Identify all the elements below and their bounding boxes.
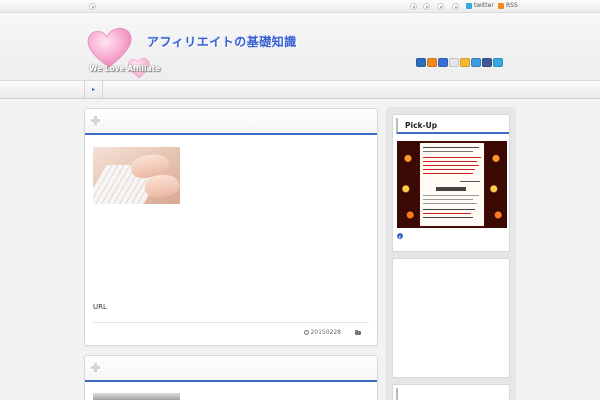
post-meta: 20150228 bbox=[304, 329, 361, 336]
pickup-title: Pick-Up bbox=[396, 118, 509, 134]
post-header bbox=[85, 109, 377, 135]
delicious-icon[interactable] bbox=[438, 58, 448, 67]
post-header bbox=[85, 356, 377, 382]
post-excerpt[interactable]: URL bbox=[93, 303, 107, 311]
pickup-banner[interactable] bbox=[397, 141, 507, 228]
yahoo-icon[interactable] bbox=[471, 58, 481, 67]
twitter-icon[interactable] bbox=[493, 58, 503, 67]
banner-document bbox=[420, 143, 484, 226]
top-left-button[interactable] bbox=[89, 3, 96, 10]
folder-icon[interactable] bbox=[355, 329, 361, 335]
top-button-2[interactable] bbox=[423, 3, 430, 10]
rss-icon[interactable] bbox=[427, 58, 437, 67]
facebook-icon[interactable] bbox=[482, 58, 492, 67]
site-title[interactable]: アフィリエイトの基礎知識 bbox=[147, 33, 297, 50]
top-button-1[interactable] bbox=[410, 3, 417, 10]
twitter-label: twitter bbox=[474, 2, 494, 9]
post-thumbnail[interactable] bbox=[93, 147, 180, 204]
clock-icon bbox=[304, 330, 310, 335]
social-buttons bbox=[416, 58, 503, 67]
rss-link[interactable]: RSS bbox=[498, 2, 518, 9]
sidebar-widget bbox=[392, 384, 510, 400]
post-card: URL 20150228 bbox=[84, 108, 378, 346]
nav-home-item[interactable]: ▸ bbox=[84, 81, 103, 98]
widget-title bbox=[396, 388, 509, 400]
sidebar-widget-empty bbox=[392, 258, 510, 378]
hatena-icon[interactable] bbox=[416, 58, 426, 67]
sidebar: Pick-Up ▸ bbox=[386, 107, 516, 400]
rss-label: RSS bbox=[506, 2, 518, 9]
livedoor-icon[interactable] bbox=[460, 58, 470, 67]
twitter-icon bbox=[466, 2, 472, 9]
post-thumbnail[interactable] bbox=[93, 393, 180, 400]
pickup-link-icon[interactable]: ▸ bbox=[397, 233, 403, 239]
post-date-value: 20150228 bbox=[310, 329, 341, 336]
top-bar: twitter RSS bbox=[0, 0, 600, 13]
cross-icon bbox=[91, 363, 100, 372]
rss-icon bbox=[498, 2, 504, 9]
global-nav: ▸ bbox=[0, 80, 600, 99]
cross-icon bbox=[91, 116, 100, 125]
banner-decoration bbox=[485, 141, 507, 228]
top-button-3[interactable] bbox=[437, 3, 444, 10]
site-header: アフィリエイトの基礎知識 We Love Affiliate bbox=[0, 13, 600, 80]
post-card bbox=[84, 355, 378, 400]
play-arrow-icon: ▸ bbox=[91, 86, 95, 93]
google-icon[interactable] bbox=[449, 58, 459, 67]
banner-decoration bbox=[397, 141, 419, 228]
top-button-4[interactable] bbox=[452, 3, 459, 10]
site-tagline: We Love Affiliate bbox=[89, 64, 161, 73]
twitter-link[interactable]: twitter bbox=[466, 2, 494, 9]
post-date: 20150228 bbox=[304, 329, 341, 336]
pickup-widget: Pick-Up ▸ bbox=[392, 114, 510, 252]
post-divider bbox=[93, 322, 369, 323]
